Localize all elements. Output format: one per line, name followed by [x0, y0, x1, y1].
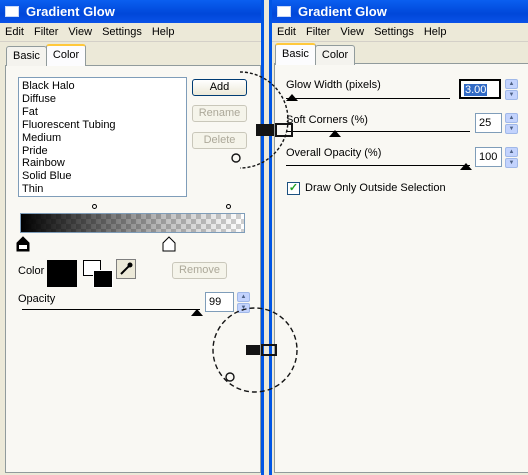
gradient-preview-bar[interactable] [20, 213, 245, 233]
draw-outside-label: Draw Only Outside Selection [305, 182, 446, 194]
list-item[interactable]: Thin [22, 183, 183, 196]
right-dialog-window: Gradient Glow Edit Filter View Settings … [269, 0, 528, 475]
spin-down-icon[interactable]: ▼ [505, 124, 518, 134]
opacity-slider-thumb[interactable] [191, 309, 203, 316]
left-window-title: Gradient Glow [26, 4, 115, 19]
rename-button[interactable]: Rename [192, 105, 247, 122]
app-window-icon [5, 6, 19, 17]
soft-corners-spinner[interactable]: ▲ ▼ [505, 113, 518, 134]
color-stop-black[interactable] [16, 236, 30, 252]
menu-settings[interactable]: Settings [97, 26, 147, 38]
midpoint-marker[interactable] [226, 204, 231, 209]
list-item[interactable]: Solid Blue [22, 170, 183, 183]
glow-width-value: 3.00 [464, 84, 488, 96]
right-menu-bar: Edit Filter View Settings Help [272, 23, 528, 42]
list-item[interactable]: Fat [22, 106, 183, 119]
list-item[interactable]: Pride [22, 145, 183, 158]
remove-button[interactable]: Remove [172, 262, 227, 279]
menu-edit[interactable]: Edit [272, 26, 301, 38]
menu-edit[interactable]: Edit [0, 26, 29, 38]
menu-view[interactable]: View [63, 26, 97, 38]
left-dialog-window: Gradient Glow Edit Filter View Settings … [0, 0, 264, 475]
right-tab-strip: Basic Color [275, 43, 356, 65]
tab-color[interactable]: Color [314, 45, 356, 65]
overall-opacity-slider-thumb[interactable] [460, 163, 472, 170]
glow-width-input[interactable]: 3.00 [459, 79, 501, 99]
menu-view[interactable]: View [335, 26, 369, 38]
menu-help[interactable]: Help [147, 26, 180, 38]
right-window-title: Gradient Glow [298, 4, 387, 19]
opacity-spinner[interactable]: ▲ ▼ [237, 292, 250, 313]
tab-basic[interactable]: Basic [6, 46, 47, 66]
tab-basic[interactable]: Basic [275, 43, 316, 65]
list-item[interactable]: Fluorescent Tubing [22, 119, 183, 132]
overall-opacity-spinner[interactable]: ▲ ▼ [505, 147, 518, 168]
opacity-input[interactable]: 99 [205, 292, 234, 312]
list-item[interactable]: Rainbow [22, 157, 183, 170]
eyedropper-icon [120, 262, 133, 275]
overall-opacity-label: Overall Opacity (%) [286, 147, 382, 159]
soft-corners-slider-thumb[interactable] [329, 130, 341, 137]
glow-width-label: Glow Width (pixels) [286, 79, 381, 91]
tab-color[interactable]: Color [45, 44, 87, 66]
menu-help[interactable]: Help [419, 26, 452, 38]
glow-width-slider-thumb[interactable] [286, 94, 298, 101]
soft-corners-label: Soft Corners (%) [286, 114, 368, 126]
overall-opacity-slider-track[interactable] [286, 165, 470, 166]
app-window-icon [277, 6, 291, 17]
spin-down-icon[interactable]: ▼ [237, 303, 250, 313]
delete-button[interactable]: Delete [192, 132, 247, 149]
preset-list[interactable]: Black Halo Diffuse Fat Fluorescent Tubin… [18, 77, 187, 197]
menu-filter[interactable]: Filter [29, 26, 63, 38]
color-label: Color [18, 265, 45, 277]
eyedropper-button[interactable] [116, 259, 136, 279]
midpoint-marker[interactable] [92, 204, 97, 209]
spin-up-icon[interactable]: ▲ [505, 113, 518, 123]
list-item[interactable]: Diffuse [22, 93, 183, 106]
foreground-color-swatch[interactable] [93, 270, 113, 288]
soft-corners-input[interactable]: 25 [475, 113, 502, 133]
spin-down-icon[interactable]: ▼ [505, 158, 518, 168]
draw-outside-checkbox[interactable]: ✓ [287, 182, 300, 195]
add-button[interactable]: Add [192, 79, 247, 96]
menu-settings[interactable]: Settings [369, 26, 419, 38]
spin-up-icon[interactable]: ▲ [505, 79, 518, 89]
current-color-swatch[interactable] [47, 260, 77, 287]
spin-up-icon[interactable]: ▲ [237, 292, 250, 302]
list-item[interactable]: Medium [22, 132, 183, 145]
left-title-bar[interactable]: Gradient Glow [0, 0, 261, 23]
spin-down-icon[interactable]: ▼ [505, 90, 518, 100]
color-stop-white[interactable] [162, 236, 176, 252]
right-title-bar[interactable]: Gradient Glow [272, 0, 528, 23]
opacity-label: Opacity [18, 293, 56, 305]
spin-up-icon[interactable]: ▲ [505, 147, 518, 157]
glow-width-slider-track[interactable] [286, 98, 450, 99]
menu-filter[interactable]: Filter [301, 26, 335, 38]
overall-opacity-input[interactable]: 100 [475, 147, 502, 167]
left-menu-bar: Edit Filter View Settings Help [0, 23, 261, 42]
glow-width-spinner[interactable]: ▲ ▼ [505, 79, 518, 100]
left-tab-strip: Basic Color [6, 44, 87, 66]
soft-corners-slider-track[interactable] [286, 131, 470, 132]
opacity-slider-track[interactable] [22, 309, 200, 310]
list-item[interactable]: Black Halo [22, 80, 183, 93]
